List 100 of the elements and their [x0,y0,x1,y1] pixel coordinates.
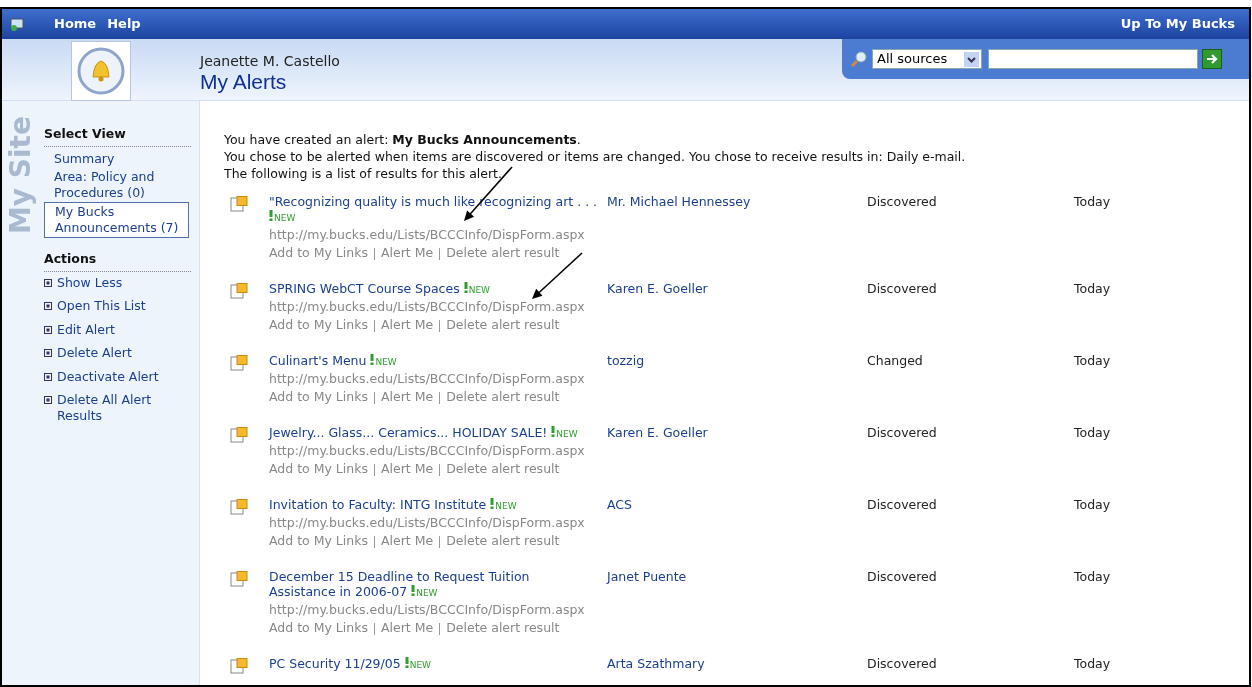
new-label: NEW [274,213,296,223]
result-action-link[interactable]: Add to My Links [269,245,368,260]
new-label: NEW [468,285,490,295]
new-label: NEW [556,429,578,439]
date-text: Today [1074,569,1111,584]
result-url: http://my.bucks.edu/Lists/BCCCInfo/DispForm.aspx [269,298,586,316]
result-title-link[interactable]: PC Security 11/29/05 NEW [269,656,599,673]
result-action-link[interactable]: Add to My Links [269,461,368,476]
bullet-icon [44,325,52,334]
document-icon [230,283,248,299]
nav-link[interactable]: Home [54,14,97,34]
result-title-link[interactable]: SPRING WebCT Course Spaces NEW [269,281,599,298]
search-field[interactable] [988,49,1198,69]
bullet-icon [44,278,52,287]
new-label: NEW [409,660,431,670]
result-action-link[interactable]: Delete alert result [446,317,560,332]
bullet-icon [44,349,52,357]
intro-text: The following is a list of results for this alert. [224,165,503,182]
site-icon [10,17,24,31]
intro-text: You chose to be alerted when items are discovered or items are changed. You chose to receive results in: Daily e-mail. [224,148,967,165]
exclamation-icon [411,585,416,596]
intro-text: You have created an alert: My Bucks Announcements. [224,131,582,148]
result-action-link[interactable]: Add to My Links [269,533,368,548]
scope-dropdown[interactable]: All sources [872,49,982,69]
view-link[interactable]: Summary [44,149,191,168]
status-text: Discovered [867,425,938,440]
author-link[interactable]: Mr. Michael Hennessey [607,194,867,209]
user-name: Jeanette M. Castello [200,53,340,70]
document-icon [230,355,248,371]
author-link[interactable]: tozzig [607,353,867,368]
result-url: http://my.bucks.edu/Lists/BCCCInfo/DispForm.aspx [269,514,586,532]
status-text: Discovered [867,497,938,512]
date-text: Today [1074,497,1111,512]
result-action-link[interactable]: Add to My Links [269,389,368,404]
result-title-link[interactable]: Jewelry... Glass... Ceramics... HOLIDAY SALE! NEW [269,425,599,442]
up-link[interactable]: Up To My Bucks [1120,14,1235,34]
result-url: http://my.bucks.edu/Lists/BCCCInfo/DispForm.aspx [269,442,586,460]
action-link[interactable]: Open This List [57,298,146,314]
result-action-link[interactable]: Alert Me [380,620,434,635]
author-link[interactable]: Karen E. Goeller [607,425,867,440]
bell-icon [77,47,125,95]
document-icon [230,571,248,587]
result-action-link[interactable]: Add to My Links [269,620,368,635]
author-link[interactable]: Arta Szathmary [607,656,867,671]
result-title-link[interactable]: Culinart's Menu NEW [269,353,599,370]
result-action-link[interactable]: Delete alert result [446,620,560,635]
date-text: Today [1074,353,1111,368]
result-action-link[interactable]: Alert Me [380,461,434,476]
bullet-icon [44,396,52,404]
status-text: Discovered [867,569,938,584]
result-action-link[interactable]: Alert Me [380,317,434,332]
action-link[interactable]: Deactivate Alert [57,368,159,385]
search-go-button[interactable] [1202,49,1222,69]
exclamation-icon [490,498,495,509]
document-icon [230,427,248,443]
right-arrow-icon [1205,52,1219,66]
result-action-link[interactable]: Alert Me [380,389,434,404]
document-icon [230,658,248,674]
new-label: NEW [495,501,517,511]
result-title-link[interactable]: "Recognizing quality is much like recognizing art . . . NEW [269,194,599,226]
result-title-link[interactable]: December 15 Deadline to Request Tuition Assistance in 2006-07 NEW [269,569,599,601]
document-icon [230,196,248,212]
bullet-icon [44,302,52,310]
side-label: My Site [7,116,35,234]
bullet-icon [44,372,52,381]
search-icon [850,50,868,68]
status-text: Discovered [867,281,938,296]
result-url: http://my.bucks.edu/Lists/BCCCInfo/DispForm.aspx [269,601,586,619]
exclamation-icon [370,354,375,365]
author-link[interactable]: Karen E. Goeller [607,281,867,296]
action-link[interactable]: Delete All Alert Results [57,392,191,424]
result-action-link[interactable]: Delete alert result [446,461,560,476]
document-icon [230,499,248,515]
exclamation-icon [551,426,556,437]
status-text: Discovered [867,194,938,209]
date-text: Today [1074,194,1111,209]
new-label: NEW [416,588,438,598]
view-link[interactable]: Area: Policy and Procedures (0) [44,167,191,202]
author-link[interactable]: Janet Puente [607,569,867,584]
result-action-link[interactable]: Alert Me [380,245,434,260]
result-action-link[interactable]: Alert Me [380,533,434,548]
view-link[interactable]: My Bucks Announcements (7) [44,201,189,238]
result-url: http://my.bucks.edu/Lists/BCCCInfo/DispForm.aspx [269,226,586,244]
result-action-link[interactable]: Add to My Links [269,317,368,332]
result-url: http://my.bucks.edu/Lists/BCCCInfo/DispForm.aspx [269,370,586,388]
section-heading: Select View [44,125,191,147]
nav-link[interactable]: Help [107,14,141,34]
page-title: My Alerts [200,70,288,94]
result-action-link[interactable]: Delete alert result [446,389,560,404]
result-action-link[interactable]: Delete alert result [446,245,560,260]
author-link[interactable]: ACS [607,497,867,512]
action-link[interactable]: Delete Alert [57,345,132,361]
result-title-link[interactable]: Invitation to Faculty: INTG Institute NEW [269,497,599,514]
date-text: Today [1074,425,1111,440]
date-text: Today [1074,656,1111,671]
action-link[interactable]: Show Less [57,274,123,291]
exclamation-icon [404,657,409,668]
section-heading: Actions [44,249,191,272]
action-link[interactable]: Edit Alert [57,321,115,338]
result-action-link[interactable]: Delete alert result [446,533,560,548]
